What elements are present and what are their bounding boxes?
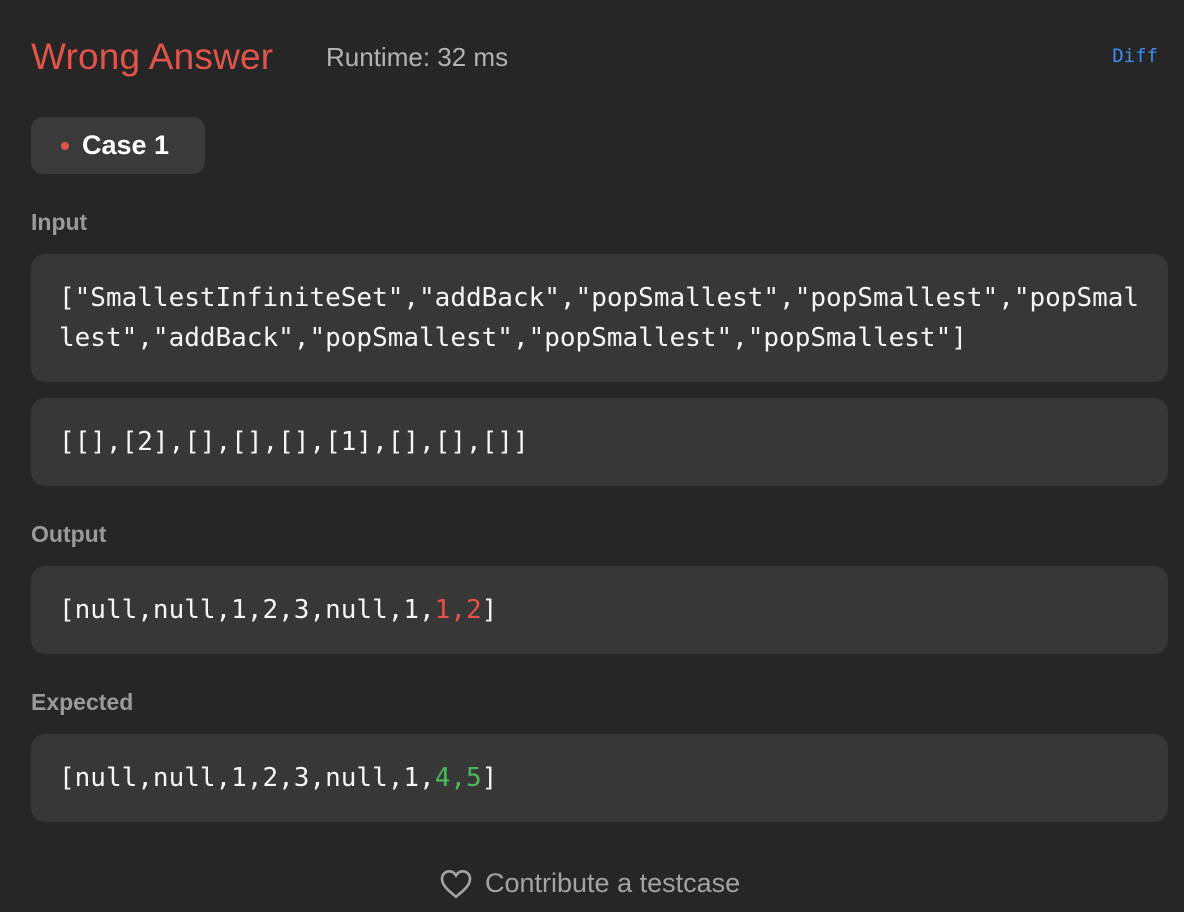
- expected-diff-highlight: 4,5: [434, 763, 482, 793]
- runtime-text: Runtime: 32 ms: [326, 42, 509, 72]
- output-suffix: ]: [481, 595, 498, 625]
- diff-button[interactable]: Diff: [1112, 43, 1158, 69]
- contribute-testcase-button[interactable]: Contribute a testcase: [440, 868, 740, 899]
- result-header: Wrong Answer Runtime: 32 ms Diff: [31, 34, 1158, 80]
- output-prefix: [null,null,1,2,3,null,1,: [59, 595, 435, 625]
- tab-case-1[interactable]: Case 1: [31, 117, 205, 174]
- contribute-label: Contribute a testcase: [485, 868, 741, 898]
- input-box-args: [[],[2],[],[],[],[1],[],[],[]]: [31, 398, 1168, 486]
- expected-suffix: ]: [481, 763, 498, 793]
- case-tab-label: Case 1: [82, 130, 170, 160]
- expected-prefix: [null,null,1,2,3,null,1,: [59, 763, 435, 793]
- expected-label: Expected: [31, 689, 134, 715]
- output-diff-highlight: 1,2: [434, 595, 482, 625]
- case-status-dot: [61, 141, 69, 150]
- input-box-methods: ["SmallestInfiniteSet","addBack","popSma…: [31, 254, 1168, 382]
- output-value: [null,null,1,2,3,null,1,1,2]: [59, 590, 497, 630]
- verdict-title: Wrong Answer: [31, 36, 274, 77]
- input-label: Input: [31, 209, 88, 235]
- heart-icon: [440, 869, 472, 898]
- input-methods-text: ["SmallestInfiniteSet","addBack","popSma…: [59, 283, 1140, 353]
- expected-value: [null,null,1,2,3,null,1,4,5]: [59, 758, 497, 798]
- input-args-text: [[],[2],[],[],[],[1],[],[],[]]: [59, 427, 529, 457]
- expected-box: [null,null,1,2,3,null,1,4,5]: [31, 734, 1168, 822]
- output-box: [null,null,1,2,3,null,1,1,2]: [31, 566, 1168, 654]
- output-label: Output: [31, 521, 107, 547]
